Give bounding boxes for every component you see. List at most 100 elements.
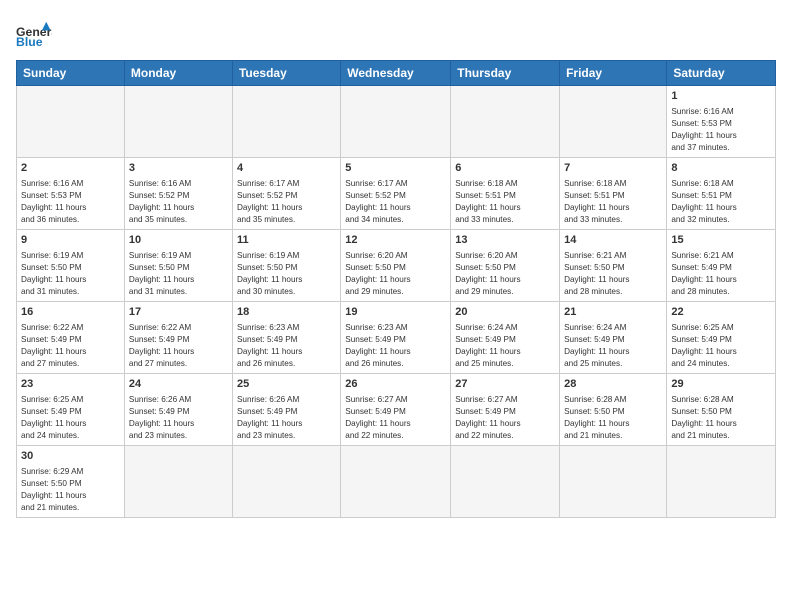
calendar-cell: 20 Sunrise: 6:24 AM Sunset: 5:49 PM Dayli… bbox=[451, 301, 560, 373]
day-number: 30 bbox=[21, 449, 120, 464]
day-number: 16 bbox=[21, 305, 120, 320]
day-info: Sunrise: 6:17 AM Sunset: 5:52 PM Dayligh… bbox=[345, 178, 446, 226]
day-number: 21 bbox=[564, 305, 662, 320]
calendar-cell bbox=[124, 86, 232, 158]
day-info: Sunrise: 6:19 AM Sunset: 5:50 PM Dayligh… bbox=[237, 250, 336, 298]
calendar-cell: 22 Sunrise: 6:25 AM Sunset: 5:49 PM Dayli… bbox=[667, 301, 776, 373]
day-info: Sunrise: 6:22 AM Sunset: 5:49 PM Dayligh… bbox=[129, 322, 228, 370]
day-number: 1 bbox=[671, 89, 771, 104]
day-number: 20 bbox=[455, 305, 555, 320]
day-number: 22 bbox=[671, 305, 771, 320]
day-info: Sunrise: 6:18 AM Sunset: 5:51 PM Dayligh… bbox=[564, 178, 662, 226]
calendar-cell: 23 Sunrise: 6:25 AM Sunset: 5:49 PM Dayli… bbox=[17, 373, 125, 445]
day-number: 4 bbox=[237, 161, 336, 176]
calendar-cell: 29 Sunrise: 6:28 AM Sunset: 5:50 PM Dayli… bbox=[667, 373, 776, 445]
calendar-cell: 26 Sunrise: 6:27 AM Sunset: 5:49 PM Dayli… bbox=[341, 373, 451, 445]
day-info: Sunrise: 6:27 AM Sunset: 5:49 PM Dayligh… bbox=[455, 394, 555, 442]
calendar-week-row: 16 Sunrise: 6:22 AM Sunset: 5:49 PM Dayli… bbox=[17, 301, 776, 373]
day-number: 14 bbox=[564, 233, 662, 248]
day-info: Sunrise: 6:28 AM Sunset: 5:50 PM Dayligh… bbox=[671, 394, 771, 442]
day-info: Sunrise: 6:25 AM Sunset: 5:49 PM Dayligh… bbox=[671, 322, 771, 370]
day-info: Sunrise: 6:28 AM Sunset: 5:50 PM Dayligh… bbox=[564, 394, 662, 442]
day-info: Sunrise: 6:21 AM Sunset: 5:50 PM Dayligh… bbox=[564, 250, 662, 298]
weekday-header-tuesday: Tuesday bbox=[232, 61, 340, 86]
day-number: 25 bbox=[237, 377, 336, 392]
day-number: 3 bbox=[129, 161, 228, 176]
day-number: 12 bbox=[345, 233, 446, 248]
day-number: 24 bbox=[129, 377, 228, 392]
calendar-cell: 28 Sunrise: 6:28 AM Sunset: 5:50 PM Dayli… bbox=[560, 373, 667, 445]
day-info: Sunrise: 6:27 AM Sunset: 5:49 PM Dayligh… bbox=[345, 394, 446, 442]
weekday-header-row: SundayMondayTuesdayWednesdayThursdayFrid… bbox=[17, 61, 776, 86]
day-number: 13 bbox=[455, 233, 555, 248]
day-number: 23 bbox=[21, 377, 120, 392]
day-number: 9 bbox=[21, 233, 120, 248]
day-info: Sunrise: 6:22 AM Sunset: 5:49 PM Dayligh… bbox=[21, 322, 120, 370]
day-info: Sunrise: 6:26 AM Sunset: 5:49 PM Dayligh… bbox=[237, 394, 336, 442]
day-info: Sunrise: 6:17 AM Sunset: 5:52 PM Dayligh… bbox=[237, 178, 336, 226]
day-number: 28 bbox=[564, 377, 662, 392]
calendar-cell bbox=[451, 445, 560, 517]
day-info: Sunrise: 6:16 AM Sunset: 5:53 PM Dayligh… bbox=[671, 106, 771, 154]
calendar-cell: 12 Sunrise: 6:20 AM Sunset: 5:50 PM Dayli… bbox=[341, 229, 451, 301]
calendar-cell: 25 Sunrise: 6:26 AM Sunset: 5:49 PM Dayli… bbox=[232, 373, 340, 445]
page: General Blue SundayMondayTuesdayWednesda… bbox=[0, 0, 792, 612]
calendar-cell: 30 Sunrise: 6:29 AM Sunset: 5:50 PM Dayli… bbox=[17, 445, 125, 517]
day-info: Sunrise: 6:21 AM Sunset: 5:49 PM Dayligh… bbox=[671, 250, 771, 298]
calendar-cell bbox=[232, 445, 340, 517]
day-number: 15 bbox=[671, 233, 771, 248]
calendar-cell: 7Sunrise: 6:18 AM Sunset: 5:51 PM Daylig… bbox=[560, 157, 667, 229]
day-info: Sunrise: 6:25 AM Sunset: 5:49 PM Dayligh… bbox=[21, 394, 120, 442]
calendar-cell: 8Sunrise: 6:18 AM Sunset: 5:51 PM Daylig… bbox=[667, 157, 776, 229]
calendar-cell: 15 Sunrise: 6:21 AM Sunset: 5:49 PM Dayli… bbox=[667, 229, 776, 301]
day-info: Sunrise: 6:19 AM Sunset: 5:50 PM Dayligh… bbox=[21, 250, 120, 298]
calendar-cell: 10 Sunrise: 6:19 AM Sunset: 5:50 PM Dayli… bbox=[124, 229, 232, 301]
day-info: Sunrise: 6:18 AM Sunset: 5:51 PM Dayligh… bbox=[671, 178, 771, 226]
calendar-cell: 17 Sunrise: 6:22 AM Sunset: 5:49 PM Dayli… bbox=[124, 301, 232, 373]
day-info: Sunrise: 6:24 AM Sunset: 5:49 PM Dayligh… bbox=[564, 322, 662, 370]
calendar-cell bbox=[124, 445, 232, 517]
day-number: 26 bbox=[345, 377, 446, 392]
day-info: Sunrise: 6:24 AM Sunset: 5:49 PM Dayligh… bbox=[455, 322, 555, 370]
calendar-cell: 21 Sunrise: 6:24 AM Sunset: 5:49 PM Dayli… bbox=[560, 301, 667, 373]
calendar-cell: 19 Sunrise: 6:23 AM Sunset: 5:49 PM Dayli… bbox=[341, 301, 451, 373]
day-info: Sunrise: 6:20 AM Sunset: 5:50 PM Dayligh… bbox=[345, 250, 446, 298]
calendar-cell: 6Sunrise: 6:18 AM Sunset: 5:51 PM Daylig… bbox=[451, 157, 560, 229]
calendar-cell: 24 Sunrise: 6:26 AM Sunset: 5:49 PM Dayli… bbox=[124, 373, 232, 445]
day-info: Sunrise: 6:23 AM Sunset: 5:49 PM Dayligh… bbox=[345, 322, 446, 370]
calendar-week-row: 30 Sunrise: 6:29 AM Sunset: 5:50 PM Dayli… bbox=[17, 445, 776, 517]
calendar-cell: 1 Sunrise: 6:16 AM Sunset: 5:53 PM Daylig… bbox=[667, 86, 776, 158]
calendar-cell bbox=[232, 86, 340, 158]
day-number: 29 bbox=[671, 377, 771, 392]
calendar-cell: 14 Sunrise: 6:21 AM Sunset: 5:50 PM Dayli… bbox=[560, 229, 667, 301]
calendar-cell: 3 Sunrise: 6:16 AM Sunset: 5:52 PM Daylig… bbox=[124, 157, 232, 229]
weekday-header-monday: Monday bbox=[124, 61, 232, 86]
day-number: 11 bbox=[237, 233, 336, 248]
calendar-cell: 4 Sunrise: 6:17 AM Sunset: 5:52 PM Daylig… bbox=[232, 157, 340, 229]
calendar-cell: 11 Sunrise: 6:19 AM Sunset: 5:50 PM Dayli… bbox=[232, 229, 340, 301]
calendar-table: SundayMondayTuesdayWednesdayThursdayFrid… bbox=[16, 60, 776, 518]
calendar-cell bbox=[451, 86, 560, 158]
calendar-cell: 9 Sunrise: 6:19 AM Sunset: 5:50 PM Daylig… bbox=[17, 229, 125, 301]
calendar-cell: 13Sunrise: 6:20 AM Sunset: 5:50 PM Dayli… bbox=[451, 229, 560, 301]
calendar-week-row: 2Sunrise: 6:16 AM Sunset: 5:53 PM Daylig… bbox=[17, 157, 776, 229]
day-info: Sunrise: 6:26 AM Sunset: 5:49 PM Dayligh… bbox=[129, 394, 228, 442]
day-info: Sunrise: 6:16 AM Sunset: 5:52 PM Dayligh… bbox=[129, 178, 228, 226]
calendar-cell bbox=[560, 86, 667, 158]
calendar-cell bbox=[341, 445, 451, 517]
day-number: 19 bbox=[345, 305, 446, 320]
calendar-cell bbox=[341, 86, 451, 158]
day-number: 27 bbox=[455, 377, 555, 392]
calendar-cell bbox=[17, 86, 125, 158]
day-number: 10 bbox=[129, 233, 228, 248]
calendar-cell: 5 Sunrise: 6:17 AM Sunset: 5:52 PM Daylig… bbox=[341, 157, 451, 229]
day-number: 17 bbox=[129, 305, 228, 320]
svg-text:Blue: Blue bbox=[16, 35, 43, 48]
calendar-cell: 18Sunrise: 6:23 AM Sunset: 5:49 PM Dayli… bbox=[232, 301, 340, 373]
day-info: Sunrise: 6:19 AM Sunset: 5:50 PM Dayligh… bbox=[129, 250, 228, 298]
calendar-week-row: 23 Sunrise: 6:25 AM Sunset: 5:49 PM Dayli… bbox=[17, 373, 776, 445]
day-number: 18 bbox=[237, 305, 336, 320]
day-info: Sunrise: 6:29 AM Sunset: 5:50 PM Dayligh… bbox=[21, 466, 120, 514]
weekday-header-friday: Friday bbox=[560, 61, 667, 86]
day-number: 5 bbox=[345, 161, 446, 176]
